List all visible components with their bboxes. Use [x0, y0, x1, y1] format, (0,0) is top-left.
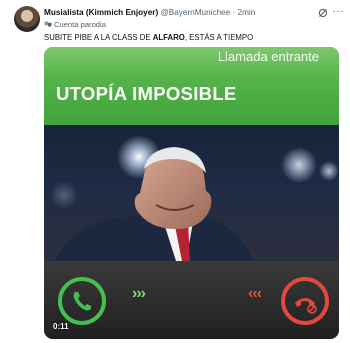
tweet-header: Musialista (Kimmich Enjoyer) @BayernMuni…: [44, 6, 336, 20]
parody-label: Cuenta parodia: [44, 19, 106, 31]
call-status: Llamada entrante: [217, 49, 319, 64]
avatar[interactable]: [14, 6, 40, 32]
more-options-icon[interactable]: ···: [333, 7, 345, 17]
video-duration: 0:11: [53, 322, 69, 331]
hang-up-icon: [295, 298, 317, 314]
grok-icon[interactable]: [318, 8, 328, 18]
call-header: Llamada entrante UTOPÍA IMPOSIBLE: [44, 47, 339, 125]
decline-call-button[interactable]: [281, 277, 329, 325]
swipe-accept-arrows: ›››: [132, 285, 146, 302]
tweet-text-bold: ALFARO: [152, 33, 185, 42]
phone-icon: [73, 292, 91, 311]
tweet-text: SUBITE PIBE A LA CLASS DE ALFARO, ESTÁS …: [44, 32, 253, 44]
caller-name: UTOPÍA IMPOSIBLE: [56, 83, 237, 104]
caller-photo-illustration: [50, 135, 339, 261]
media-video[interactable]: Llamada entrante UTOPÍA IMPOSIBLE ››› ‹‹…: [44, 47, 339, 339]
caller-photo: [44, 125, 339, 261]
swipe-decline-arrows: ‹‹‹: [248, 285, 262, 302]
theater-masks-icon: [44, 21, 52, 27]
call-controls: ››› ‹‹‹: [44, 261, 339, 339]
timestamp[interactable]: 2min: [238, 8, 256, 17]
user-handle[interactable]: @BayernMunichee: [160, 8, 230, 17]
display-name[interactable]: Musialista (Kimmich Enjoyer): [44, 8, 158, 17]
separator: ·: [232, 8, 236, 17]
accept-call-button[interactable]: [58, 277, 106, 325]
parody-text: Cuenta parodia: [54, 20, 106, 29]
tweet-text-part: , ESTÁS A TIEMPO: [184, 33, 254, 42]
tweet-text-part: SUBITE PIBE A LA CLASS DE: [44, 33, 153, 42]
